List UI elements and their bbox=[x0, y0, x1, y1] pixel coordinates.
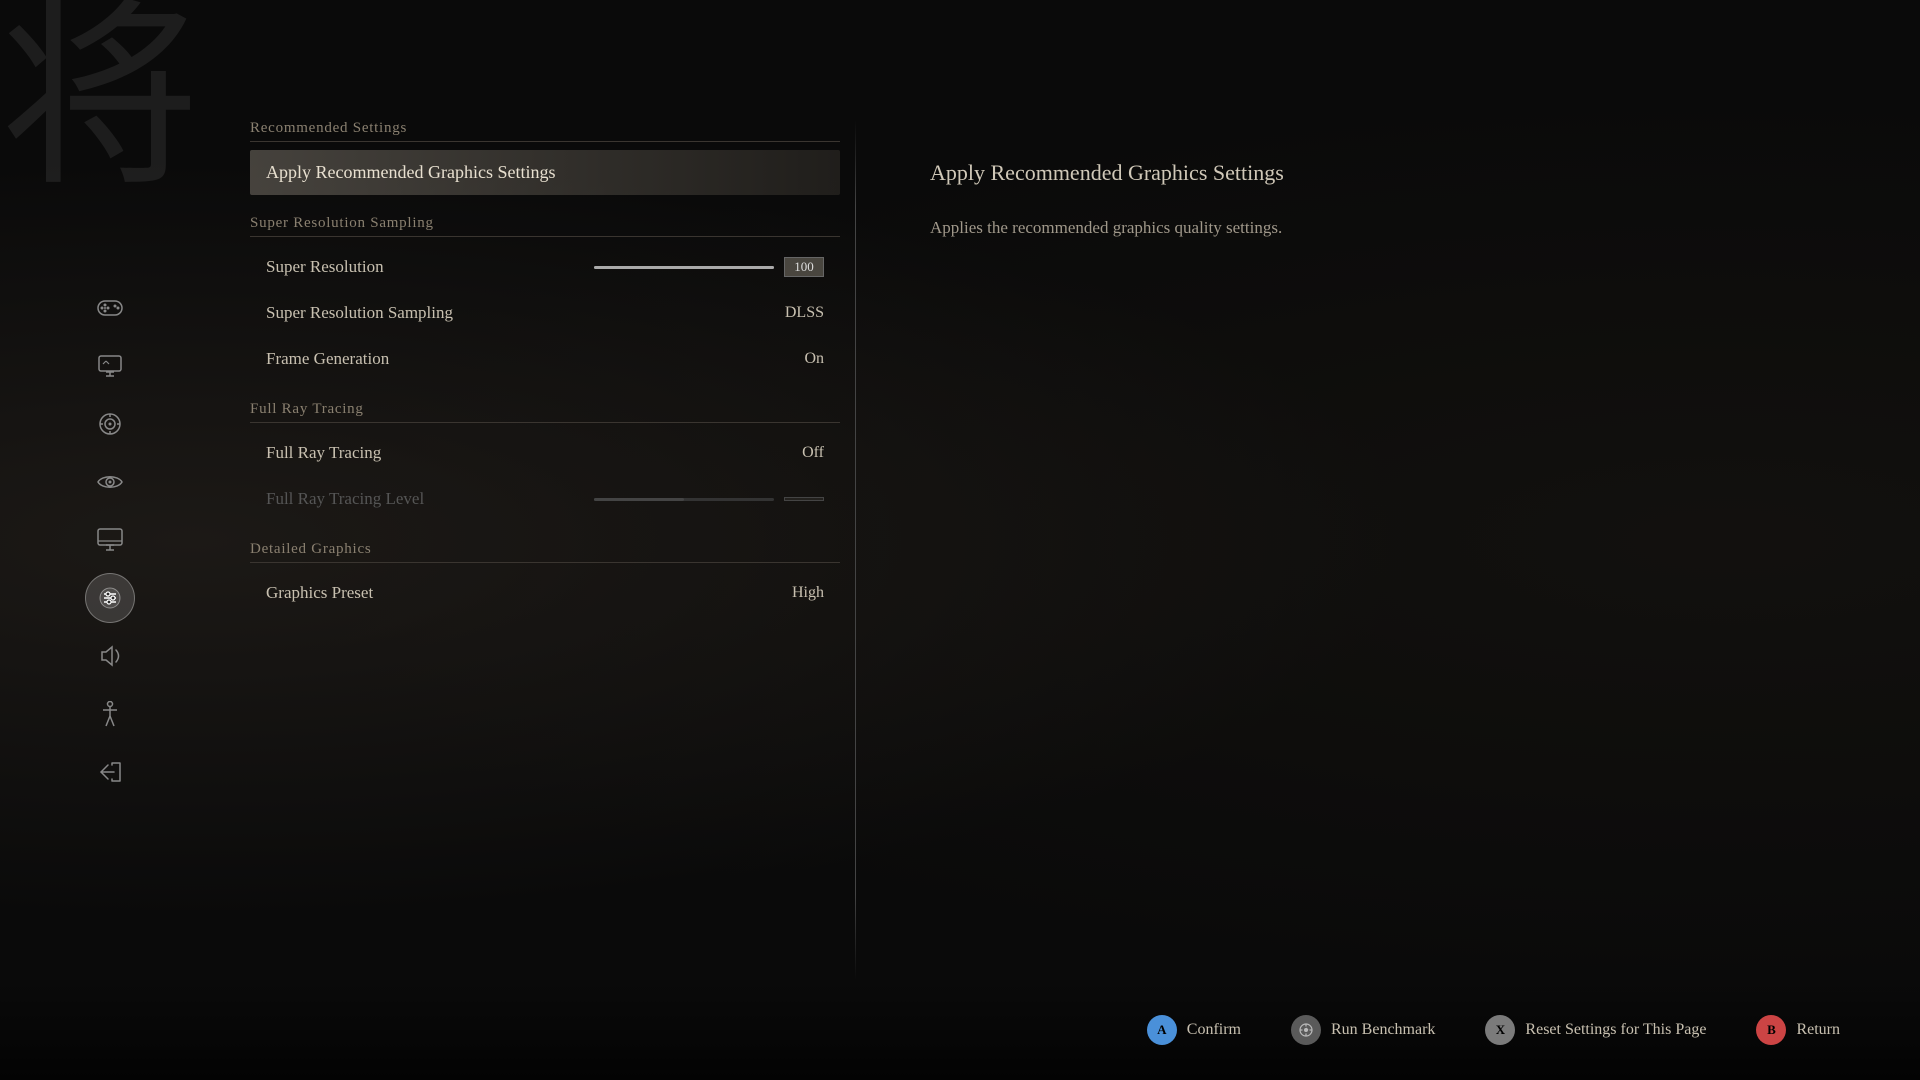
menu-item-value: On bbox=[804, 350, 824, 368]
benchmark-icon bbox=[1291, 1015, 1321, 1045]
a-button-icon: A bbox=[1147, 1015, 1177, 1045]
action-run-benchmark[interactable]: Run Benchmark bbox=[1291, 1015, 1435, 1045]
slider-track bbox=[594, 498, 774, 501]
info-title: Apply Recommended Graphics Settings bbox=[930, 160, 1570, 186]
section-header-super-resolution: Super Resolution Sampling bbox=[250, 215, 840, 237]
slider-value bbox=[784, 497, 824, 501]
slider-fill bbox=[594, 498, 684, 501]
section-header-detailed-graphics: Detailed Graphics bbox=[250, 541, 840, 563]
sidebar-item-monitor[interactable] bbox=[85, 515, 135, 565]
action-reset-settings[interactable]: X Reset Settings for This Page bbox=[1485, 1015, 1706, 1045]
x-button-icon: X bbox=[1485, 1015, 1515, 1045]
menu-item-super-resolution[interactable]: Super Resolution 100 bbox=[250, 245, 840, 289]
return-label: Return bbox=[1796, 1021, 1840, 1039]
menu-item-ray-tracing-level: Full Ray Tracing Level bbox=[250, 477, 840, 521]
sidebar-item-display[interactable] bbox=[85, 341, 135, 391]
menu-item-graphics-preset[interactable]: Graphics Preset High bbox=[250, 571, 840, 615]
ray-tracing-slider-container bbox=[594, 497, 824, 501]
menu-item-value: High bbox=[792, 584, 824, 602]
action-confirm[interactable]: A Confirm bbox=[1147, 1015, 1241, 1045]
sidebar-item-graphics-target[interactable] bbox=[85, 399, 135, 449]
menu-item-label: Full Ray Tracing Level bbox=[266, 489, 424, 509]
menu-item-value: DLSS bbox=[785, 304, 824, 322]
menu-item-frame-generation[interactable]: Frame Generation On bbox=[250, 337, 840, 381]
slider-fill bbox=[594, 266, 774, 269]
sidebar-item-gamepad[interactable] bbox=[85, 283, 135, 333]
menu-item-label: Frame Generation bbox=[266, 349, 389, 369]
menu-item-label: Apply Recommended Graphics Settings bbox=[266, 162, 555, 183]
sidebar-item-sliders[interactable] bbox=[85, 573, 135, 623]
sidebar-item-eye[interactable] bbox=[85, 457, 135, 507]
reset-settings-label: Reset Settings for This Page bbox=[1525, 1021, 1706, 1039]
menu-item-apply-recommended[interactable]: Apply Recommended Graphics Settings bbox=[250, 150, 840, 195]
bottom-bar: A Confirm Run Benchmark X Reset Settings… bbox=[0, 980, 1920, 1080]
run-benchmark-label: Run Benchmark bbox=[1331, 1021, 1435, 1039]
sidebar bbox=[0, 0, 220, 1080]
section-header-ray-tracing: Full Ray Tracing bbox=[250, 401, 840, 423]
menu-item-value: Off bbox=[802, 444, 824, 462]
info-panel: Apply Recommended Graphics Settings Appl… bbox=[900, 120, 1600, 281]
b-button-icon: B bbox=[1756, 1015, 1786, 1045]
section-header-recommended: Recommended Settings bbox=[250, 120, 840, 142]
action-return[interactable]: B Return bbox=[1756, 1015, 1840, 1045]
main-content: Recommended Settings Apply Recommended G… bbox=[220, 0, 860, 980]
sidebar-item-accessibility[interactable] bbox=[85, 689, 135, 739]
menu-item-label: Super Resolution Sampling bbox=[266, 303, 453, 323]
super-resolution-slider-container: 100 bbox=[594, 257, 824, 277]
info-description: Applies the recommended graphics quality… bbox=[930, 214, 1570, 241]
confirm-label: Confirm bbox=[1187, 1021, 1241, 1039]
slider-track[interactable] bbox=[594, 266, 774, 269]
menu-item-label: Super Resolution bbox=[266, 257, 384, 277]
slider-value: 100 bbox=[784, 257, 824, 277]
menu-item-label: Full Ray Tracing bbox=[266, 443, 381, 463]
sidebar-item-audio[interactable] bbox=[85, 631, 135, 681]
menu-item-sampling-mode[interactable]: Super Resolution Sampling DLSS bbox=[250, 291, 840, 335]
menu-item-label: Graphics Preset bbox=[266, 583, 373, 603]
sidebar-item-exit[interactable] bbox=[85, 747, 135, 797]
menu-item-full-ray-tracing[interactable]: Full Ray Tracing Off bbox=[250, 431, 840, 475]
